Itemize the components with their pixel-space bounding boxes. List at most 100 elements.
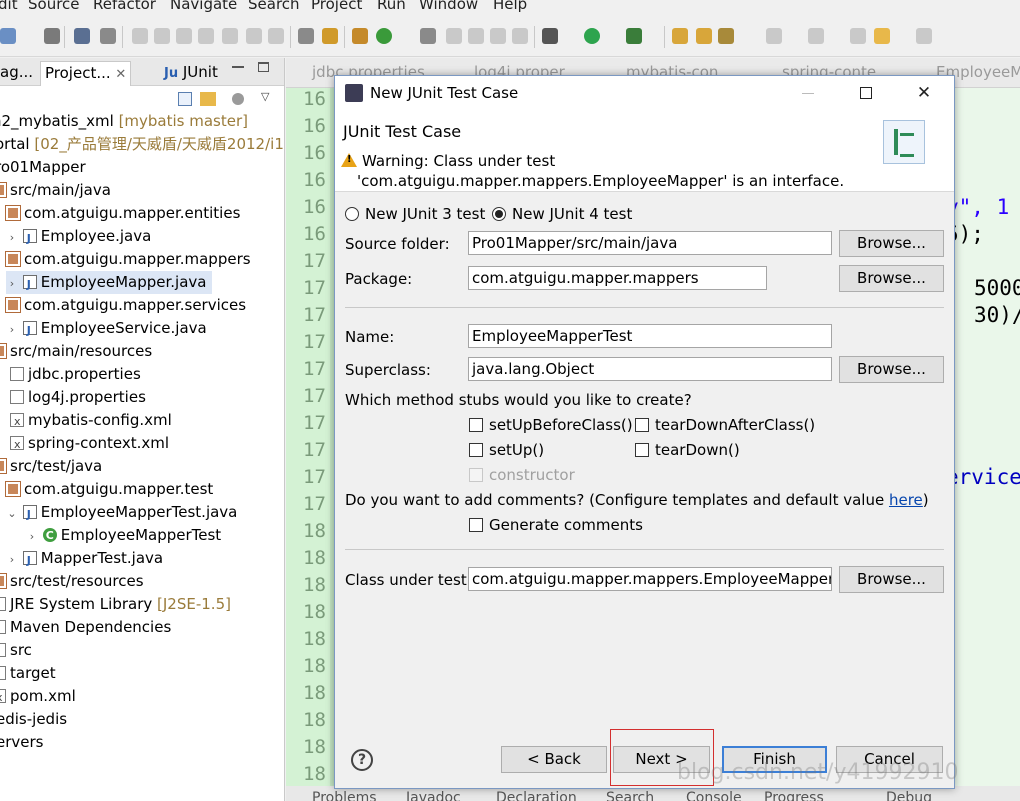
teardownafterclass-label[interactable]: tearDownAfterClass() — [655, 416, 815, 434]
toolbar-icon[interactable] — [468, 28, 484, 44]
setup-label[interactable]: setUp() — [489, 441, 544, 459]
toolbar-icon[interactable] — [74, 28, 90, 44]
debug-icon[interactable] — [542, 28, 558, 44]
tab-debug[interactable]: Debug — [886, 790, 932, 801]
menu-refactor[interactable]: Refactor — [93, 0, 156, 13]
toolbar-icon[interactable] — [100, 28, 116, 44]
back-button[interactable]: < Back — [501, 746, 607, 773]
tree-item-project[interactable]: ro01Mapper — [0, 156, 86, 179]
teardown-checkbox[interactable] — [635, 443, 649, 457]
toolbar-icon[interactable] — [420, 28, 436, 44]
close-window-button[interactable]: ✕ — [895, 76, 953, 110]
tree-item-file[interactable]: › Employee.java — [6, 225, 151, 250]
menu-navigate[interactable]: Navigate — [170, 0, 237, 13]
class-under-test-input[interactable]: com.atguigu.mapper.mappers.EmployeeMappe… — [468, 567, 832, 591]
filters-icon[interactable] — [232, 93, 244, 105]
toolbar-icon[interactable] — [626, 28, 642, 44]
tree-item-package[interactable]: com.atguigu.mapper.entities — [5, 202, 240, 225]
browse-class-under-test-button[interactable]: Browse... — [839, 566, 944, 593]
toolbar-icon[interactable] — [352, 28, 368, 44]
toolbar-icon[interactable] — [132, 28, 148, 44]
tab-problems[interactable]: Problems — [312, 790, 377, 801]
toolbar-icon[interactable] — [44, 28, 60, 44]
expand-icon[interactable]: › — [6, 226, 18, 249]
tree-item-source-folder[interactable]: src/test/java — [0, 455, 102, 478]
toolbar-icon[interactable] — [268, 28, 284, 44]
toolbar-icon[interactable] — [154, 28, 170, 44]
generate-comments-label[interactable]: Generate comments — [489, 516, 643, 534]
tree-item-file[interactable]: log4j.properties — [10, 386, 146, 409]
tree-item-package[interactable]: com.atguigu.mapper.test — [5, 478, 213, 501]
toolbar-icon[interactable] — [446, 28, 462, 44]
menu-edit[interactable]: dit — [0, 0, 18, 13]
tree-item-project[interactable]: n2_mybatis_xml [mybatis master] — [0, 110, 248, 133]
tree-item-project[interactable]: edis-jedis — [0, 708, 67, 731]
toolbar-icon[interactable] — [808, 28, 824, 44]
toolbar-icon[interactable] — [0, 28, 16, 44]
teardown-label[interactable]: tearDown() — [655, 441, 740, 459]
teardownafterclass-checkbox[interactable] — [635, 418, 649, 432]
superclass-input[interactable]: java.lang.Object — [468, 357, 832, 381]
tree-item-source-folder[interactable]: src/test/resources — [0, 570, 144, 593]
setup-checkbox[interactable] — [469, 443, 483, 457]
tree-item-source-folder[interactable]: src/main/resources — [0, 340, 152, 363]
tree-item-library[interactable]: JRE System Library [J2SE-1.5] — [0, 593, 231, 616]
tree-item-library[interactable]: Maven Dependencies — [0, 616, 171, 639]
tree-item-file[interactable]: ⌄ EmployeeMapperTest.java — [6, 501, 237, 526]
tab-search[interactable]: Search — [606, 790, 654, 801]
toolbar-icon[interactable] — [850, 28, 866, 44]
toolbar-icon[interactable] — [376, 28, 392, 44]
help-icon[interactable]: ? — [351, 749, 373, 771]
expand-icon[interactable]: › — [26, 525, 38, 548]
close-icon[interactable]: ✕ — [115, 67, 126, 82]
toolbar-icon[interactable] — [246, 28, 262, 44]
browse-superclass-button[interactable]: Browse... — [839, 356, 944, 383]
browse-source-folder-button[interactable]: Browse... — [839, 230, 944, 257]
tab-package-explorer[interactable]: ag... — [0, 61, 37, 86]
tree-item-project[interactable]: ervers — [0, 731, 43, 754]
tree-item-source-folder[interactable]: src/main/java — [0, 179, 111, 202]
toolbar-icon[interactable] — [672, 28, 688, 44]
tree-item-project[interactable]: ortal [02_产品管理/天威盾/天威盾2012/i1 — [0, 133, 284, 156]
menu-help[interactable]: Help — [493, 0, 527, 13]
toolbar-icon[interactable] — [322, 28, 338, 44]
expand-icon[interactable]: › — [6, 548, 18, 571]
toolbar-icon[interactable] — [222, 28, 238, 44]
tree-item-class[interactable]: › EmployeeMapperTest — [26, 524, 221, 547]
toolbar-icon[interactable] — [766, 28, 782, 44]
back-arrow-icon[interactable] — [874, 28, 890, 44]
maximize-icon[interactable] — [258, 62, 269, 72]
source-folder-input[interactable]: Pro01Mapper/src/main/java — [468, 231, 832, 255]
menu-window[interactable]: Window — [419, 0, 478, 13]
tree-item-file[interactable]: mybatis-config.xml — [10, 409, 172, 433]
tree-item-file[interactable]: › MapperTest.java — [6, 547, 163, 572]
tab-progress[interactable]: Progress — [764, 790, 824, 801]
tree-item-folder[interactable]: target — [0, 662, 56, 685]
maximize-window-button[interactable] — [837, 76, 895, 110]
finish-button[interactable]: Finish — [722, 746, 827, 773]
setupbeforeclass-checkbox[interactable] — [469, 418, 483, 432]
browse-package-button[interactable]: Browse... — [839, 265, 944, 292]
toolbar-icon[interactable] — [696, 28, 712, 44]
expand-icon[interactable]: › — [6, 272, 18, 295]
toolbar-icon[interactable] — [718, 28, 734, 44]
toolbar-icon[interactable] — [490, 28, 506, 44]
junit3-label[interactable]: New JUnit 3 test — [365, 205, 485, 223]
view-menu-icon[interactable]: ▽ — [261, 90, 269, 103]
tab-junit[interactable]: Ju JUnit — [160, 61, 222, 86]
expand-icon[interactable]: › — [6, 318, 18, 341]
junit4-radio[interactable] — [492, 207, 506, 221]
generate-comments-checkbox[interactable] — [469, 518, 483, 532]
configure-templates-link[interactable]: here — [889, 491, 923, 509]
cancel-button[interactable]: Cancel — [836, 746, 943, 773]
toolbar-icon[interactable] — [512, 28, 528, 44]
junit4-label[interactable]: New JUnit 4 test — [512, 205, 632, 223]
tree-item-file[interactable]: pom.xml — [0, 685, 76, 709]
toolbar-icon[interactable] — [298, 28, 314, 44]
menu-search[interactable]: Search — [248, 0, 300, 13]
forward-arrow-icon[interactable] — [916, 28, 932, 44]
menu-run[interactable]: Run — [377, 0, 406, 13]
tree-item-file[interactable]: spring-context.xml — [10, 432, 169, 456]
tree-item-package[interactable]: com.atguigu.mapper.services — [5, 294, 246, 317]
junit3-radio[interactable] — [345, 207, 359, 221]
